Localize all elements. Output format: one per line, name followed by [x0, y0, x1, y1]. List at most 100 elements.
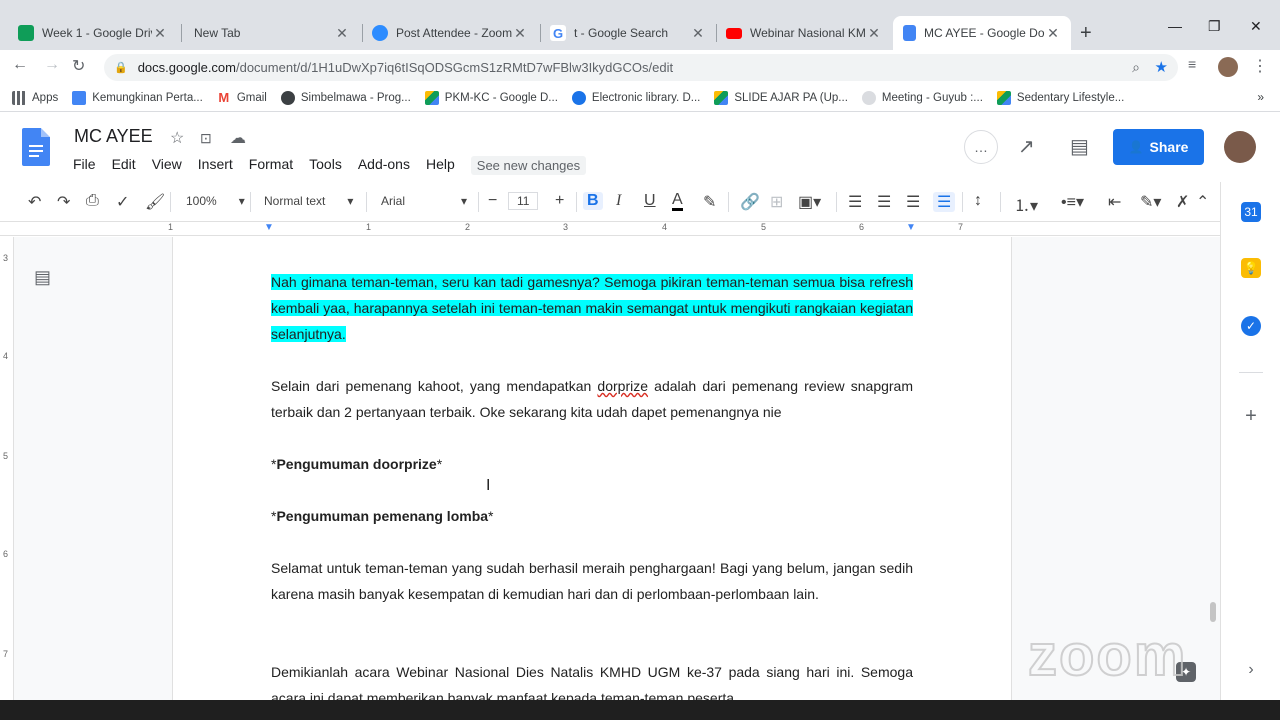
- print-icon[interactable]: ⎙: [86, 192, 99, 210]
- tab-title: t - Google Search: [574, 26, 669, 40]
- menu-format[interactable]: Format: [249, 156, 293, 175]
- profile-avatar[interactable]: [1218, 57, 1238, 77]
- numbered-list-icon[interactable]: ⒈▾: [1014, 192, 1038, 216]
- chat-participants-icon[interactable]: …: [964, 130, 998, 164]
- undo-icon[interactable]: ↶: [28, 192, 41, 212]
- menu-view[interactable]: View: [152, 156, 182, 175]
- align-justify-icon[interactable]: ☰: [933, 192, 956, 212]
- redo-icon[interactable]: ↷: [57, 192, 70, 212]
- italic-icon[interactable]: I: [616, 192, 621, 210]
- forward-icon[interactable]: →: [44, 56, 60, 74]
- address-bar[interactable]: 🔒 docs.google.com/document/d/1H1uDwXp7iq…: [104, 54, 1178, 81]
- document-outline-icon[interactable]: ▤: [34, 267, 51, 288]
- move-folder-icon[interactable]: ⊡: [200, 130, 212, 147]
- increase-font-size-icon[interactable]: +: [555, 192, 564, 210]
- menu-add-ons[interactable]: Add-ons: [358, 156, 410, 175]
- bookmark-gmail[interactable]: M Gmail: [216, 90, 267, 105]
- bulleted-list-icon[interactable]: •≡▾: [1061, 192, 1084, 212]
- globe-icon: [280, 90, 295, 105]
- minimize-icon[interactable]: —: [1168, 18, 1182, 34]
- font-size-input[interactable]: 11: [508, 192, 539, 210]
- insert-image-icon[interactable]: ▣▾: [798, 192, 821, 212]
- align-right-icon[interactable]: ☰: [906, 192, 920, 212]
- menu-kebab-icon[interactable]: ⋮: [1252, 56, 1268, 76]
- tab-google-docs[interactable]: MC AYEE - Google Doc ✕: [893, 16, 1071, 50]
- tasks-icon[interactable]: ✓: [1241, 316, 1261, 336]
- insert-link-icon[interactable]: 🔗: [740, 192, 760, 212]
- document-page[interactable]: Nah gimana teman-teman, seru kan tadi ga…: [172, 237, 1012, 700]
- decrease-indent-icon[interactable]: ⇤: [1108, 192, 1121, 212]
- see-new-changes-link[interactable]: See new changes: [470, 156, 587, 175]
- add-addon-icon[interactable]: +: [1241, 405, 1261, 427]
- tab-google-drive[interactable]: Week 1 - Google Drive ✕: [8, 16, 178, 50]
- avatar[interactable]: [1224, 131, 1256, 163]
- chevron-up-icon[interactable]: ⌃: [1196, 192, 1209, 212]
- menu-edit[interactable]: Edit: [112, 156, 136, 175]
- close-icon[interactable]: ✕: [152, 25, 168, 42]
- more-bookmarks-icon[interactable]: »: [1257, 90, 1264, 104]
- bookmark-item[interactable]: Kemungkinan Perta...: [72, 90, 203, 105]
- document-title[interactable]: MC AYEE: [74, 126, 153, 147]
- url-path: /document/d/1H1uDwXp7iq6tISqODSGcmS1zRMt…: [235, 60, 674, 75]
- star-icon[interactable]: ☆: [170, 128, 184, 148]
- google-docs-logo-icon[interactable]: [22, 128, 50, 166]
- align-center-icon[interactable]: ☰: [877, 192, 891, 212]
- bookmark-item[interactable]: Sedentary Lifestyle...: [996, 90, 1124, 105]
- font-select[interactable]: Arial ▾: [381, 194, 467, 208]
- close-icon[interactable]: ✕: [334, 25, 350, 42]
- style-select[interactable]: Normal text ▾: [264, 194, 353, 208]
- bold-icon[interactable]: B: [583, 192, 603, 210]
- menu-insert[interactable]: Insert: [198, 156, 233, 175]
- activity-dashboard-icon[interactable]: ↗: [1018, 134, 1035, 159]
- text-color-icon[interactable]: A: [672, 192, 683, 211]
- bookmark-item[interactable]: Meeting - Guyub :...: [861, 90, 983, 105]
- line-spacing-icon[interactable]: ↕: [974, 192, 982, 210]
- close-icon[interactable]: ✕: [690, 25, 706, 42]
- menu-tools[interactable]: Tools: [309, 156, 342, 175]
- menu-help[interactable]: Help: [426, 156, 455, 175]
- editing-mode-icon[interactable]: ✎▾: [1140, 192, 1161, 212]
- bookmark-item[interactable]: SLIDE AJAR PA (Up...: [714, 90, 848, 105]
- close-icon[interactable]: ✕: [1045, 25, 1061, 42]
- close-icon[interactable]: ✕: [866, 25, 882, 42]
- paragraph: Selain dari pemenang kahoot, yang mendap…: [271, 373, 913, 425]
- underline-icon[interactable]: U: [644, 192, 656, 210]
- share-button[interactable]: 👤 Share: [1113, 129, 1204, 165]
- zoom-select[interactable]: 100% ▾: [186, 194, 245, 208]
- tab-google-search[interactable]: G t - Google Search ✕: [540, 16, 716, 50]
- align-left-icon[interactable]: ☰: [848, 192, 862, 212]
- left-indent-marker-icon[interactable]: ▼: [264, 222, 274, 233]
- tab-youtube[interactable]: Webinar Nasional KMH ✕: [716, 16, 892, 50]
- bookmark-item[interactable]: Electronic library. D...: [571, 90, 700, 105]
- tab-new-tab[interactable]: New Tab ✕: [184, 16, 360, 50]
- comment-history-icon[interactable]: ▤: [1070, 134, 1089, 159]
- youtube-icon: [726, 27, 742, 39]
- bookmark-apps[interactable]: Apps: [12, 90, 58, 105]
- tab-zoom[interactable]: Post Attendee - Zoom ✕: [362, 16, 538, 50]
- bookmark-item[interactable]: PKM-KC - Google D...: [424, 90, 558, 105]
- highlight-color-icon[interactable]: ✎: [703, 192, 716, 212]
- keep-icon[interactable]: 💡: [1241, 258, 1261, 278]
- maximize-icon[interactable]: ❐: [1208, 18, 1221, 35]
- chevron-right-icon[interactable]: ›: [1241, 660, 1261, 680]
- paint-format-icon[interactable]: 🖌: [145, 192, 165, 212]
- window-close-icon[interactable]: ✕: [1250, 18, 1262, 35]
- misspelled-word[interactable]: dorprize: [597, 378, 648, 394]
- bookmark-star-icon[interactable]: ★: [1155, 58, 1168, 76]
- clear-formatting-icon[interactable]: ✗: [1176, 192, 1189, 212]
- bookmark-item[interactable]: Simbelmawa - Prog...: [280, 90, 411, 105]
- calendar-icon[interactable]: 31: [1241, 202, 1261, 222]
- add-comment-icon[interactable]: ⊞: [770, 192, 783, 212]
- right-indent-marker-icon[interactable]: ▼: [906, 222, 916, 233]
- close-icon[interactable]: ✕: [512, 25, 528, 42]
- reload-icon[interactable]: ↻: [72, 56, 85, 76]
- vertical-scrollbar[interactable]: [1210, 602, 1216, 622]
- decrease-font-size-icon[interactable]: −: [488, 192, 497, 210]
- menu-file[interactable]: File: [73, 156, 96, 175]
- new-tab-button[interactable]: +: [1080, 22, 1092, 45]
- reading-list-icon[interactable]: ≡: [1188, 56, 1196, 72]
- zoom-lens-icon[interactable]: ⌕: [1132, 59, 1140, 76]
- spellcheck-icon[interactable]: ✓: [116, 192, 129, 212]
- bookmark-label: SLIDE AJAR PA (Up...: [734, 91, 848, 104]
- back-icon[interactable]: ←: [12, 56, 28, 74]
